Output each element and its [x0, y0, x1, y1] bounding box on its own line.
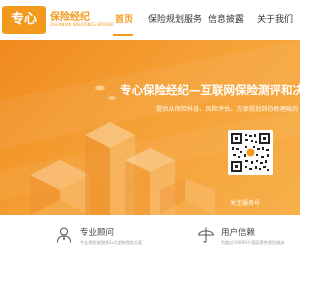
nav-item-disclosure[interactable]: 信息披露 [208, 12, 244, 25]
nav-item-insurance-planning[interactable]: 保险规划服务 [148, 12, 202, 25]
umbrella-icon [197, 227, 215, 243]
qr-code [228, 130, 273, 175]
nav-item-home[interactable]: 首页 [115, 12, 133, 25]
nav-active-indicator [113, 34, 133, 36]
features-section: 专业顾问 专业保险规划师1v1定制保险方案 用户信赖 为超过10000个家庭提供… [0, 215, 300, 300]
feature-desc: 专业保险规划师1v1定制保险方案 [80, 240, 143, 245]
feature-title: 用户信赖 [221, 228, 256, 238]
feature-desc: 为超过10000个家庭提供保险服务 [221, 240, 285, 245]
logo-name: 保险经纪 [50, 12, 90, 23]
nav-item-about[interactable]: 关于我们 [257, 12, 293, 25]
logo-tagline: ZHUANXIN INSURANCE BROKER [50, 22, 114, 27]
hero-subtitle: 提供从保险科普、风险评估、方案规划到协助理赔的 [156, 106, 299, 113]
logo-badge: 专心 [2, 6, 46, 34]
feature-title: 专业顾问 [80, 228, 115, 238]
person-icon [57, 227, 71, 243]
brand-logo[interactable]: 专心 保险经纪 ZHUANXIN INSURANCE BROKER [0, 3, 114, 37]
qr-code-icon [231, 133, 270, 172]
hero-illustration [0, 40, 300, 215]
top-nav: 专心 保险经纪 ZHUANXIN INSURANCE BROKER 首页 保险规… [0, 0, 300, 40]
qr-label: 关注服务号 [230, 200, 261, 207]
hero-banner: 专心保险经纪—互联网保险测评和决策平台 提供从保险科普、风险评估、方案规划到协助… [0, 40, 300, 215]
hero-title: 专心保险经纪—互联网保险测评和决策平台 [120, 83, 300, 97]
